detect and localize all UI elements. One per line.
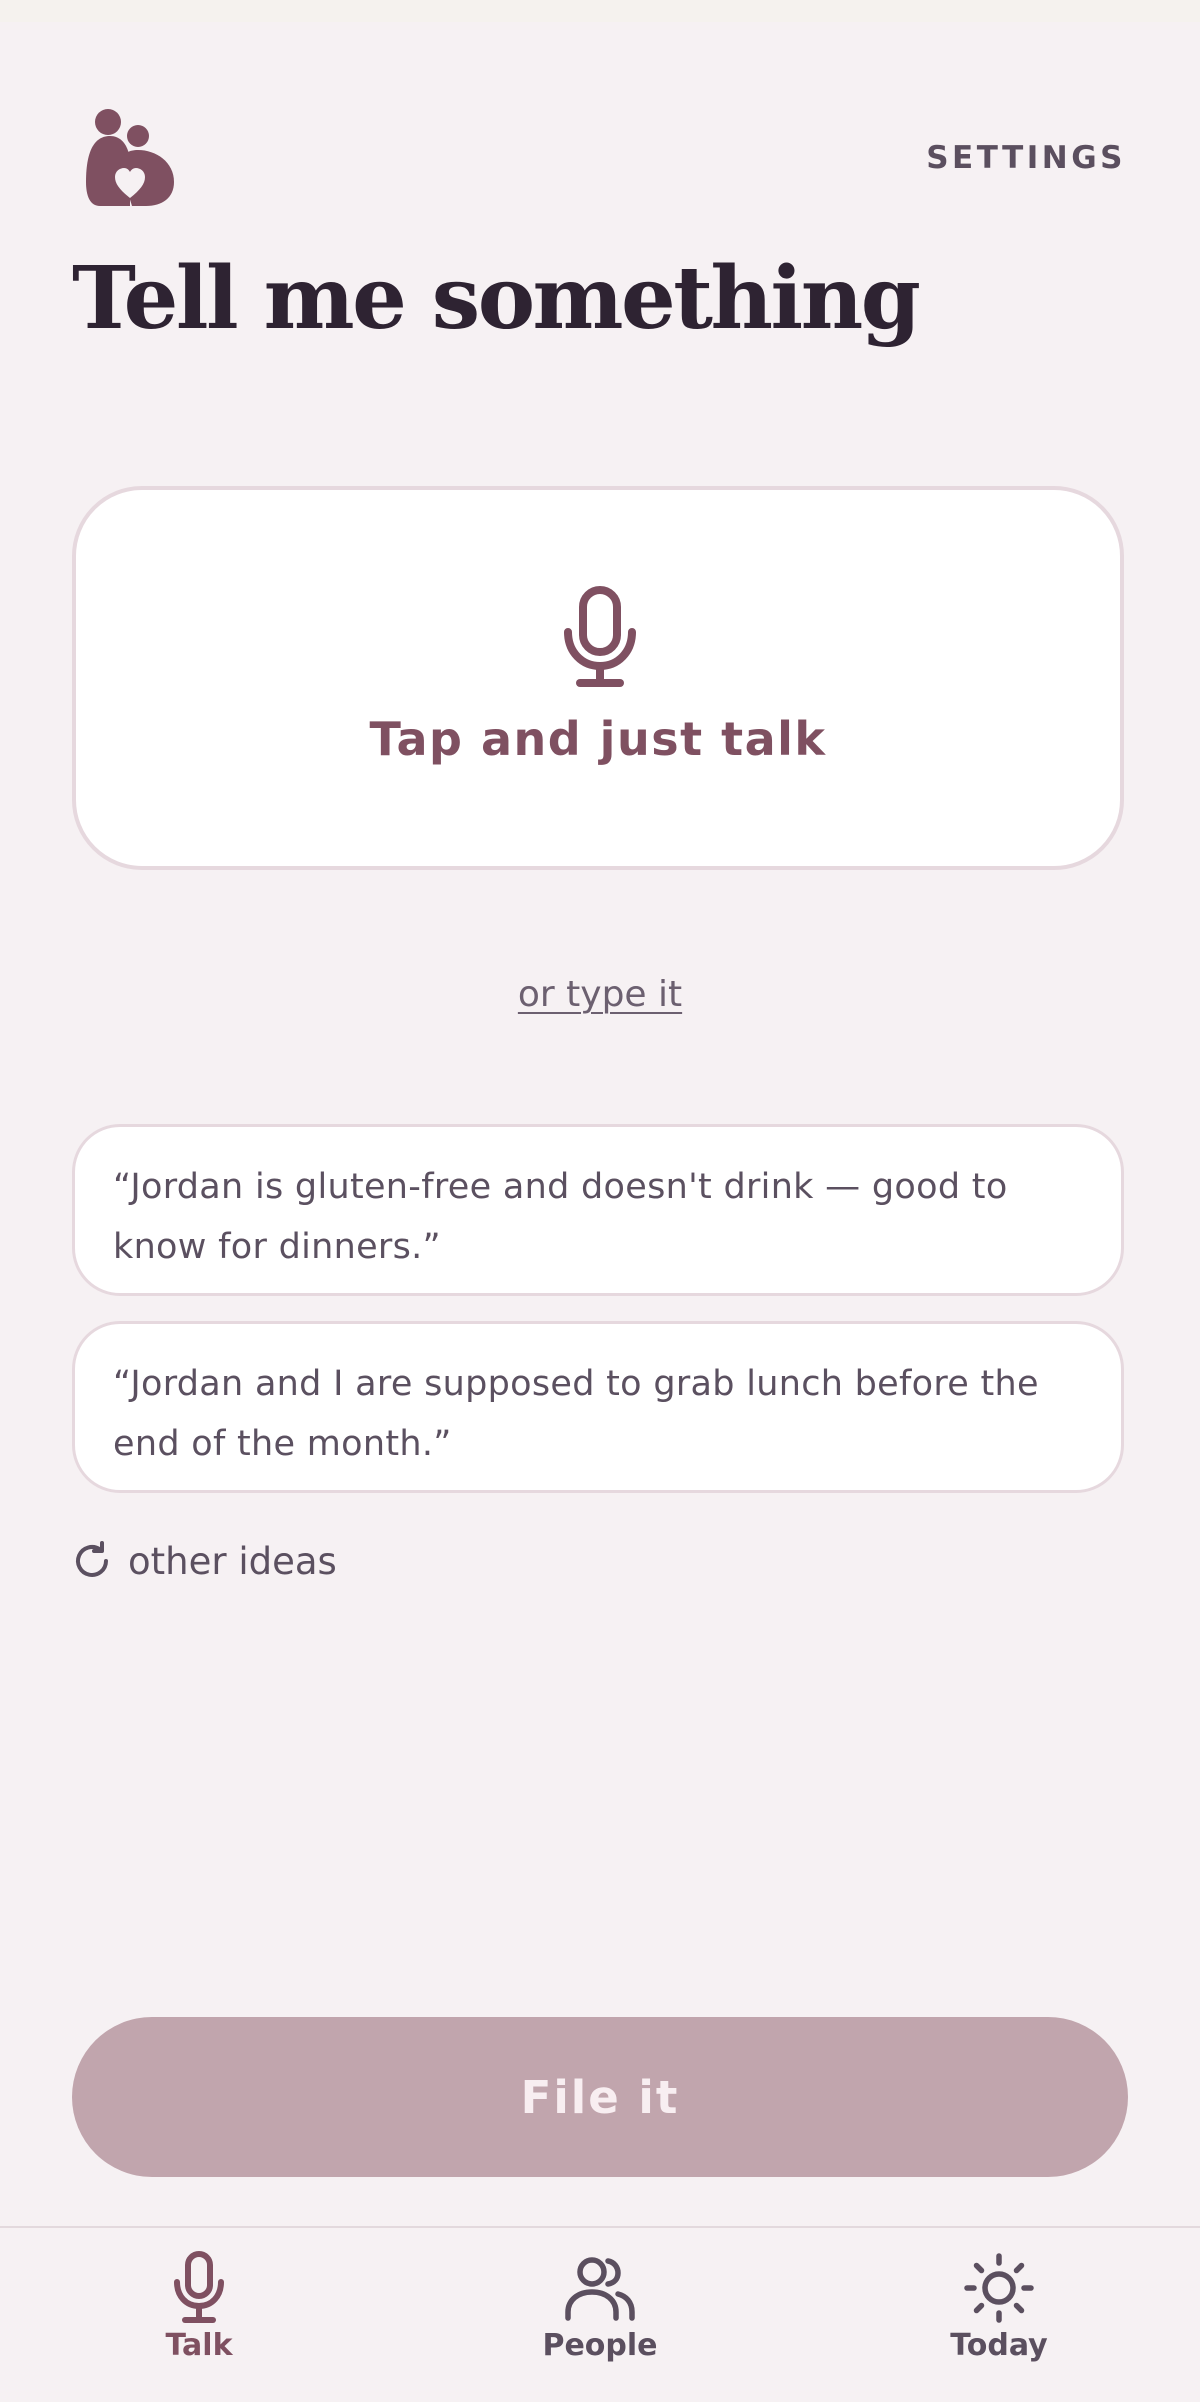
other-ideas-label: other ideas (128, 1539, 337, 1583)
nav-item-talk[interactable]: Talk (99, 2250, 299, 2363)
file-it-button[interactable]: File it (72, 2017, 1128, 2177)
sun-icon (964, 2253, 1034, 2323)
two-people-heart-icon (80, 106, 180, 206)
status-bar (0, 0, 1200, 22)
settings-link[interactable]: SETTINGS (926, 140, 1126, 176)
tap-to-talk-button[interactable]: Tap and just talk (72, 486, 1124, 870)
nav-item-today[interactable]: Today (899, 2250, 1099, 2363)
type-it-link[interactable]: or type it (0, 974, 1200, 1015)
other-ideas-button[interactable]: other ideas (72, 1536, 337, 1586)
page-title: Tell me something (72, 248, 921, 349)
tap-to-talk-label: Tap and just talk (369, 712, 827, 766)
microphone-icon (174, 2251, 224, 2323)
people-icon (565, 2257, 635, 2321)
idea-suggestion-card[interactable]: “Jordan is gluten-free and doesn't drink… (72, 1124, 1124, 1296)
bottom-nav: Talk People Today (0, 2226, 1200, 2402)
nav-item-people[interactable]: People (500, 2250, 700, 2363)
nav-label-talk: Talk (165, 2328, 233, 2363)
nav-label-today: Today (950, 2328, 1048, 2363)
refresh-icon (76, 1541, 108, 1577)
nav-label-people: People (542, 2328, 658, 2363)
microphone-icon (564, 586, 636, 688)
idea-suggestion-card[interactable]: “Jordan and I are supposed to grab lunch… (72, 1321, 1124, 1493)
